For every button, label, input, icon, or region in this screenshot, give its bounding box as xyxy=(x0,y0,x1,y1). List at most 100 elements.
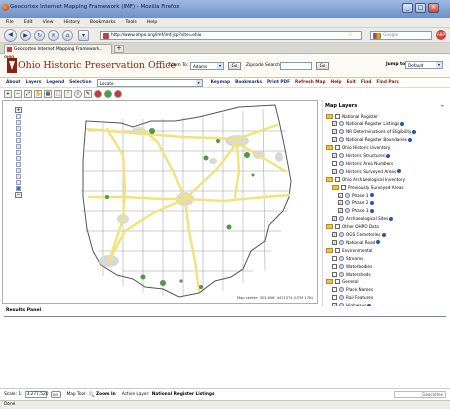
measure-icon[interactable]: ◜ xyxy=(64,90,72,98)
maximize-button[interactable]: □ xyxy=(415,3,426,13)
zoom-slider[interactable]: + − xyxy=(15,107,22,219)
layer-item[interactable]: ✓ Archaeological Sites xyxy=(332,215,394,223)
app-menu-find[interactable]: Find xyxy=(361,80,372,85)
stop-button[interactable]: × xyxy=(48,30,59,41)
addon-icon[interactable]: ▾ xyxy=(78,30,89,41)
layer-checkbox[interactable] xyxy=(335,113,340,119)
pan-icon[interactable]: ✋ xyxy=(34,90,42,98)
menu-history[interactable]: History xyxy=(64,20,80,25)
zoom-step[interactable] xyxy=(16,132,21,137)
layer-group[interactable]: Other OHPO Data xyxy=(326,223,379,231)
bookmark-star-icon[interactable]: ☆ xyxy=(348,31,353,38)
layer-info-icon[interactable] xyxy=(412,129,417,134)
layer-checkbox[interactable] xyxy=(335,279,340,285)
zoom-slider-plus-button[interactable]: + xyxy=(15,107,22,113)
layer-checkbox[interactable] xyxy=(332,271,337,277)
layer-group[interactable]: National Register xyxy=(326,112,378,120)
ohio-map[interactable] xyxy=(3,101,318,304)
zoom-slider-minus-button[interactable]: − xyxy=(15,192,22,198)
layer-checkbox[interactable] xyxy=(332,255,337,261)
layer-info-icon[interactable] xyxy=(381,232,386,237)
zoom-step[interactable] xyxy=(16,156,21,161)
folder-icon[interactable] xyxy=(326,176,333,182)
collapse-arrow-icon[interactable]: ▸ xyxy=(441,103,444,109)
layer-checkbox[interactable] xyxy=(335,145,340,151)
app-menu-bookmarks[interactable]: Bookmarks xyxy=(235,80,262,85)
layer-checkbox[interactable] xyxy=(332,160,337,166)
layer-checkbox[interactable]: ✓ xyxy=(338,200,343,206)
layer-info-icon[interactable] xyxy=(367,303,372,306)
back-button[interactable]: ◀ xyxy=(4,29,17,42)
reload-button[interactable]: ↻ xyxy=(34,30,45,41)
menu-file[interactable]: File xyxy=(6,20,14,25)
layer-checkbox[interactable]: ✓ xyxy=(332,239,337,245)
menu-bookmarks[interactable]: Bookmarks xyxy=(90,20,116,25)
menu-view[interactable]: View xyxy=(43,20,54,25)
adblock-icon[interactable]: ABP xyxy=(436,30,446,40)
zipcode-input[interactable] xyxy=(280,62,312,70)
layer-checkbox[interactable]: ✓ xyxy=(332,153,337,158)
app-menu-help[interactable]: Help xyxy=(331,80,342,85)
layer-checkbox[interactable] xyxy=(332,287,337,293)
app-menu-selection[interactable]: Selection xyxy=(69,80,91,85)
new-tab-button[interactable]: + xyxy=(114,45,124,53)
layer-group[interactable]: General xyxy=(326,278,359,286)
folder-icon[interactable] xyxy=(326,224,333,230)
folder-icon[interactable] xyxy=(326,113,333,119)
zoom-step[interactable] xyxy=(16,162,21,167)
layer-item[interactable]: Place Names xyxy=(332,286,373,294)
layer-item[interactable]: ✓ NR Determinations of Eligibility xyxy=(332,128,417,136)
app-menu-legend[interactable]: Legend xyxy=(46,80,64,85)
layer-info-icon[interactable] xyxy=(400,121,405,126)
folder-icon[interactable] xyxy=(326,247,333,253)
layer-info-icon[interactable] xyxy=(389,216,394,221)
app-menu-layers[interactable]: Layers xyxy=(25,80,41,85)
layer-item[interactable]: ✓ Highways xyxy=(332,302,372,306)
menu-help[interactable]: Help xyxy=(147,20,157,25)
layer-item[interactable]: ✓ Phase 1 xyxy=(338,191,374,199)
layer-group[interactable]: Environmental xyxy=(326,246,372,254)
layer-checkbox[interactable] xyxy=(332,263,337,269)
jump-to-select[interactable]: Default ▾ xyxy=(405,61,443,69)
clear-icon[interactable] xyxy=(114,90,122,98)
layer-item[interactable]: ✓ National Register Listings xyxy=(332,120,405,128)
close-button[interactable]: × xyxy=(428,3,439,13)
zoom-in-icon[interactable]: + xyxy=(4,90,12,98)
green-marker-icon[interactable] xyxy=(104,90,112,98)
layer-item[interactable]: Streams xyxy=(332,254,363,262)
layer-item[interactable]: Historic Area Numbers xyxy=(332,159,393,167)
layer-checkbox[interactable] xyxy=(341,184,346,190)
search-input[interactable]: Google xyxy=(370,31,432,40)
layer-item[interactable]: Watersheds xyxy=(332,270,371,278)
zoom-step[interactable] xyxy=(16,150,21,155)
app-menu-exit[interactable]: Exit xyxy=(347,80,356,85)
url-bar[interactable]: http://www.ohpo.org/imf/imf.jsp?site=ohi… xyxy=(100,31,362,40)
layer-info-icon[interactable] xyxy=(369,200,374,205)
zipcode-go-button[interactable]: Go xyxy=(316,62,329,70)
zoom-step[interactable] xyxy=(16,114,21,119)
app-menu-about[interactable]: About xyxy=(6,80,20,85)
select-icon[interactable]: ⬚ xyxy=(54,90,62,98)
zoom-to-select[interactable]: Adams ▾ xyxy=(190,62,224,70)
layer-checkbox[interactable]: ✓ xyxy=(332,232,337,237)
layer-info-icon[interactable] xyxy=(369,208,374,213)
zoom-step[interactable] xyxy=(16,174,21,179)
layer-info-icon[interactable] xyxy=(407,137,412,142)
layer-group[interactable]: Ohio Historic Inventory xyxy=(326,144,390,152)
scale-go-button[interactable]: GO xyxy=(50,391,61,398)
zoom-to-go-button[interactable]: Go xyxy=(228,62,241,70)
layer-group[interactable]: Previously Surveyed Areas xyxy=(332,183,404,191)
layer-item[interactable]: ✓ Phase 3 xyxy=(338,207,374,215)
zoom-step[interactable] xyxy=(16,138,21,143)
folder-icon[interactable] xyxy=(332,184,339,190)
layer-item[interactable]: ✓ Historic Surveyed Areas xyxy=(332,167,402,175)
zoom-out-icon[interactable]: − xyxy=(14,90,22,98)
layer-group[interactable]: Ohio Archaeological Inventory xyxy=(326,175,405,183)
pencil-icon[interactable]: ✎ xyxy=(84,90,92,98)
map-view[interactable]: + − Map center: 353,606, 4471574 (UTM 17… xyxy=(2,100,318,304)
folder-icon[interactable] xyxy=(326,279,333,285)
layer-info-icon[interactable] xyxy=(385,153,390,158)
zoom-step[interactable] xyxy=(16,120,21,125)
red-marker-icon[interactable] xyxy=(94,90,102,98)
menu-tools[interactable]: Tools xyxy=(126,20,137,25)
